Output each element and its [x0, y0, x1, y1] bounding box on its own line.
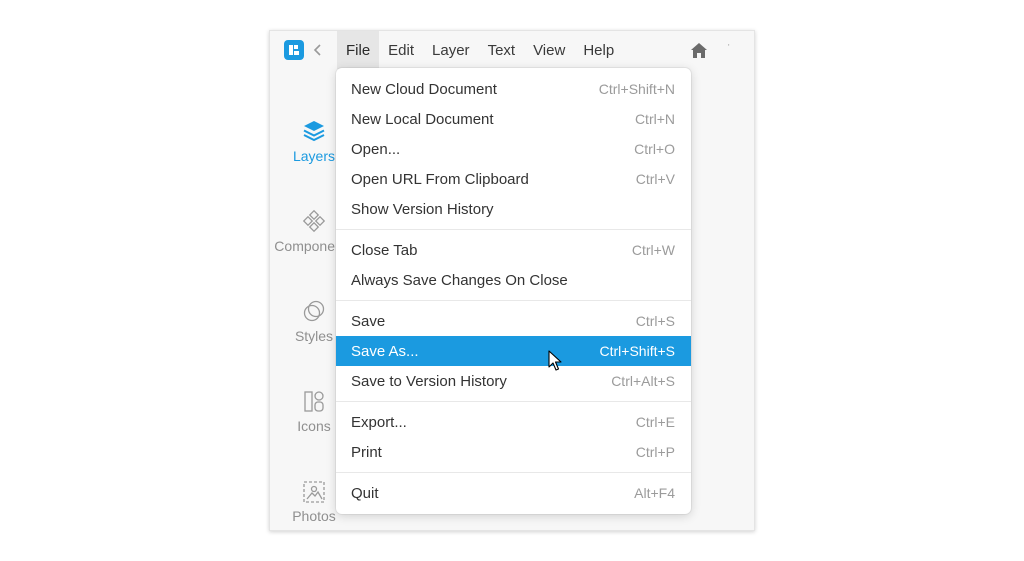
chevron-left-icon[interactable] — [312, 43, 324, 57]
tiny-mark: ' — [728, 43, 730, 52]
menu-item-open[interactable]: Open... Ctrl+O — [336, 134, 691, 164]
styles-icon — [303, 300, 325, 322]
menu-item-shortcut: Ctrl+E — [635, 414, 675, 430]
menu-item-label: Save to Version History — [351, 372, 507, 390]
components-icon — [303, 209, 325, 233]
menu-item-shortcut: Ctrl+N — [634, 111, 675, 127]
menu-item-print[interactable]: Print Ctrl+P — [336, 437, 691, 467]
menu-help[interactable]: Help — [574, 31, 623, 69]
menu-item-label: New Local Document — [351, 110, 494, 128]
menu-item-quit[interactable]: Quit Alt+F4 — [336, 478, 691, 508]
menu-item-export[interactable]: Export... Ctrl+E — [336, 407, 691, 437]
menu-bar: File Edit Layer Text View Help — [337, 31, 623, 69]
menu-item-shortcut: Ctrl+V — [635, 171, 675, 187]
menu-item-shortcut: Ctrl+Shift+S — [599, 343, 675, 359]
menu-item-new-cloud-document[interactable]: New Cloud Document Ctrl+Shift+N — [336, 74, 691, 104]
menu-item-shortcut: Ctrl+S — [635, 313, 675, 329]
menu-text[interactable]: Text — [479, 31, 525, 69]
menu-divider — [336, 472, 691, 473]
menu-view[interactable]: View — [524, 31, 574, 69]
menu-item-label: Export... — [351, 413, 407, 431]
icons-icon — [304, 391, 324, 412]
app-logo-icon[interactable] — [284, 40, 304, 60]
home-icon[interactable] — [690, 42, 708, 59]
menu-item-label: Close Tab — [351, 241, 418, 259]
menu-item-label: Open... — [351, 140, 401, 158]
left-sidebar: Layers Components Styles Icons Photos — [270, 69, 354, 530]
menu-item-label: Save As... — [351, 342, 419, 360]
menu-item-shortcut: Ctrl+W — [631, 242, 675, 258]
menu-item-save-as[interactable]: Save As... Ctrl+Shift+S — [336, 336, 691, 366]
menu-divider — [336, 300, 691, 301]
menu-item-shortcut: Alt+F4 — [634, 485, 675, 501]
menu-item-shortcut: Ctrl+Shift+N — [598, 81, 675, 97]
layers-icon — [303, 121, 325, 142]
menu-item-label: New Cloud Document — [351, 80, 497, 98]
photos-icon — [303, 481, 325, 503]
menu-item-label: Open URL From Clipboard — [351, 170, 529, 188]
menu-item-close-tab[interactable]: Close Tab Ctrl+W — [336, 235, 691, 265]
menu-item-shortcut: Ctrl+Alt+S — [611, 373, 675, 389]
menu-item-label: Always Save Changes On Close — [351, 271, 568, 289]
menu-item-always-save-changes-on-close[interactable]: Always Save Changes On Close — [336, 265, 691, 295]
menu-item-save-to-version-history[interactable]: Save to Version History Ctrl+Alt+S — [336, 366, 691, 396]
menu-item-save[interactable]: Save Ctrl+S — [336, 306, 691, 336]
file-menu-dropdown: New Cloud Document Ctrl+Shift+N New Loca… — [336, 68, 691, 514]
menu-item-label: Save — [351, 312, 386, 330]
menu-edit[interactable]: Edit — [379, 31, 423, 69]
menu-item-shortcut: Ctrl+P — [635, 444, 675, 460]
menu-item-open-url-from-clipboard[interactable]: Open URL From Clipboard Ctrl+V — [336, 164, 691, 194]
menu-divider — [336, 229, 691, 230]
menu-item-label: Quit — [351, 484, 379, 502]
menu-item-show-version-history[interactable]: Show Version History — [336, 194, 691, 224]
menu-item-new-local-document[interactable]: New Local Document Ctrl+N — [336, 104, 691, 134]
menu-item-label: Show Version History — [351, 200, 494, 218]
menu-file[interactable]: File — [337, 31, 380, 69]
menu-divider — [336, 401, 691, 402]
menu-item-label: Print — [351, 443, 382, 461]
menu-layer[interactable]: Layer — [423, 31, 479, 69]
top-bar: File Edit Layer Text View Help ' — [270, 31, 754, 69]
menu-item-shortcut: Ctrl+O — [634, 141, 675, 157]
